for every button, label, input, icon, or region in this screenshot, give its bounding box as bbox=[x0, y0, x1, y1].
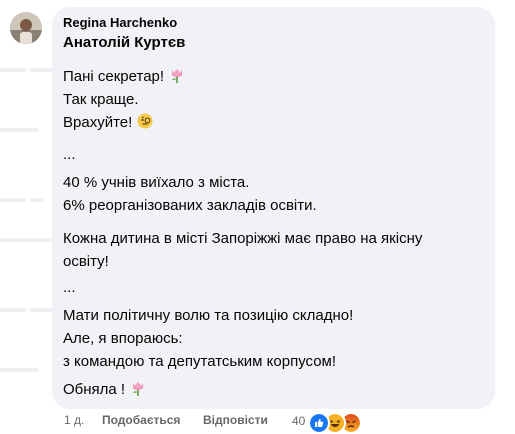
comment-view: ▬▬ ▬▬ ▬▬▬ ▬▬ ▬ ▬▬▬▬ ▬▬ ▬▬ ▬▬▬ Regina Har… bbox=[0, 0, 515, 434]
comment-text: Пані секретар! bbox=[63, 68, 165, 85]
reply-button[interactable]: Відповісти bbox=[203, 413, 268, 427]
comment-line: ... bbox=[63, 145, 76, 165]
tulip-emoji bbox=[133, 382, 144, 396]
like-button[interactable]: Подобається bbox=[102, 413, 180, 427]
comment-line: 40 % учнів виїхало з міста. bbox=[63, 173, 249, 193]
comment-text: ... bbox=[63, 279, 76, 296]
comment-text: Мати політичну волю та позицію складно! bbox=[63, 307, 354, 324]
comment-text: 40 % учнів виїхало з міста. bbox=[63, 174, 250, 191]
comment-line: ... bbox=[63, 278, 76, 298]
comment-line: Кожна дитина в місті Запоріжжі має право… bbox=[63, 229, 422, 249]
comment-text: Але, я впораюсь: bbox=[63, 330, 183, 347]
comment-text: 6% реорганізованих закладів освіти. bbox=[63, 197, 317, 214]
comment-line: освіту! bbox=[63, 252, 109, 272]
mentioned-user[interactable]: Анатолій Куртєв bbox=[63, 34, 185, 51]
comment-author[interactable]: Regina Harchenko bbox=[63, 15, 177, 30]
reaction-count: 40 bbox=[292, 414, 306, 428]
comment-bubble: Regina Harchenko Анатолій Куртєв Пані се… bbox=[52, 7, 495, 409]
comment-line: Пані секретар! bbox=[63, 67, 185, 87]
comment-timestamp[interactable]: 1 д. bbox=[64, 413, 84, 427]
comment-line: Врахуйте! bbox=[63, 113, 153, 133]
comment-text: з командою та депутатським корпусом! bbox=[63, 353, 337, 370]
comment-text: освіту! bbox=[63, 253, 109, 270]
comment-line: Мати політичну волю та позицію складно! bbox=[63, 306, 353, 326]
avatar[interactable] bbox=[10, 12, 42, 44]
comment-line: 6% реорганізованих закладів освіти. bbox=[63, 196, 317, 216]
comment-text: Кожна дитина в місті Запоріжжі має право… bbox=[63, 230, 423, 247]
like-icon bbox=[308, 412, 330, 434]
monocle-face-emoji bbox=[137, 113, 153, 129]
comment-line: з командою та депутатським корпусом! bbox=[63, 352, 336, 372]
comment-text: Так краще. bbox=[63, 91, 139, 108]
comment-text: Врахуйте! bbox=[63, 114, 133, 131]
comment-text: Обняла ! bbox=[63, 381, 126, 398]
comment-line: Але, я впораюсь: bbox=[63, 329, 183, 349]
comment-text: ... bbox=[63, 146, 76, 163]
tulip-emoji bbox=[172, 69, 183, 83]
background-ghost-text: ▬▬ ▬▬ ▬▬▬ ▬▬ ▬ ▬▬▬▬ ▬▬ ▬▬ ▬▬▬ bbox=[0, 60, 52, 375]
comment-line: Так краще. bbox=[63, 90, 139, 110]
comment-line: Обняла ! bbox=[63, 380, 146, 400]
